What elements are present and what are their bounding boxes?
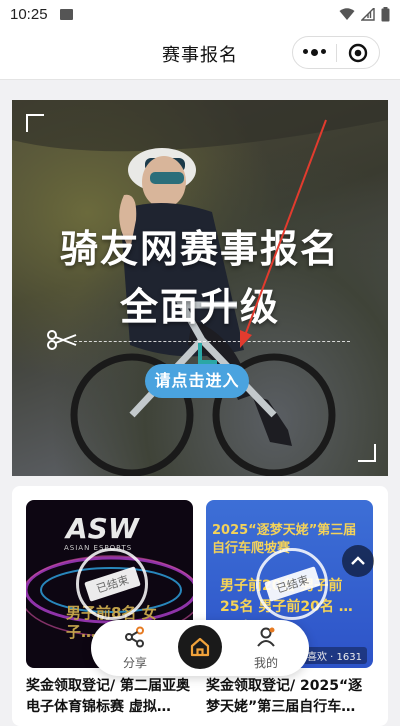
nav-bar: 赛事报名: [0, 28, 400, 80]
tab-share[interactable]: 分享: [110, 626, 160, 671]
floating-tab-bar: 分享 我的: [91, 620, 309, 676]
promo-banner[interactable]: 骑友网赛事报名 全面升级 请点击进入: [12, 100, 388, 476]
status-time: 10:25: [10, 5, 48, 23]
event-card[interactable]: ASW ASIAN ESPORTS 男子前8名 女子… 已结束 奖金领取登记/ …: [26, 500, 193, 718]
user-icon: [257, 627, 275, 647]
tab-share-label: 分享: [122, 656, 147, 670]
tab-mine[interactable]: 我的: [241, 626, 291, 671]
event-title: 奖金领取登记/ 2025“逐梦天姥”第三届自行车…: [206, 678, 363, 715]
banner-headline-line2: 全面升级: [119, 285, 280, 329]
share-icon: [125, 626, 144, 648]
status-bar: 10:25: [0, 0, 400, 28]
banner-headline-line1: 骑友网赛事报名: [59, 227, 340, 271]
event-card[interactable]: 2025“逐梦天姥”第三届自行车爬坡赛 男子前20名 男子前25名 男子前20名…: [206, 500, 373, 718]
signal-icon: [361, 7, 375, 21]
event-title: 奖金领取登记/ 第二届亚奥电子体育锦标赛 虚拟…: [26, 678, 190, 715]
ended-stamp: 已结束: [76, 548, 148, 620]
wifi-icon: [339, 7, 355, 20]
scroll-top-button[interactable]: [342, 545, 374, 577]
scissors-icon: [47, 330, 77, 350]
close-miniprogram-button[interactable]: [337, 43, 379, 63]
ended-label: 已结束: [83, 566, 141, 602]
battery-icon: [381, 6, 390, 21]
frame-corner-bottom-right: [358, 444, 376, 462]
miniprogram-capsule: [292, 36, 380, 69]
ended-label: 已结束: [263, 566, 321, 602]
enter-button[interactable]: 请点击进入: [145, 364, 249, 398]
image-notification-icon: [59, 8, 73, 20]
home-icon: [190, 637, 210, 657]
target-icon: [348, 43, 368, 62]
frame-corner-top-left: [26, 114, 44, 132]
ended-stamp: 已结束: [256, 548, 328, 620]
home-button[interactable]: [178, 625, 222, 669]
more-button[interactable]: [293, 49, 336, 56]
dashed-cut-line: [74, 341, 350, 342]
event-list: ASW ASIAN ESPORTS 男子前8名 女子… 已结束 奖金领取登记/ …: [12, 486, 388, 726]
view-count: 喜欢 · 1631: [302, 647, 367, 664]
chevron-up-icon: [351, 556, 365, 565]
svg-text:ASW: ASW: [64, 512, 140, 545]
tab-mine-label: 我的: [253, 656, 278, 670]
